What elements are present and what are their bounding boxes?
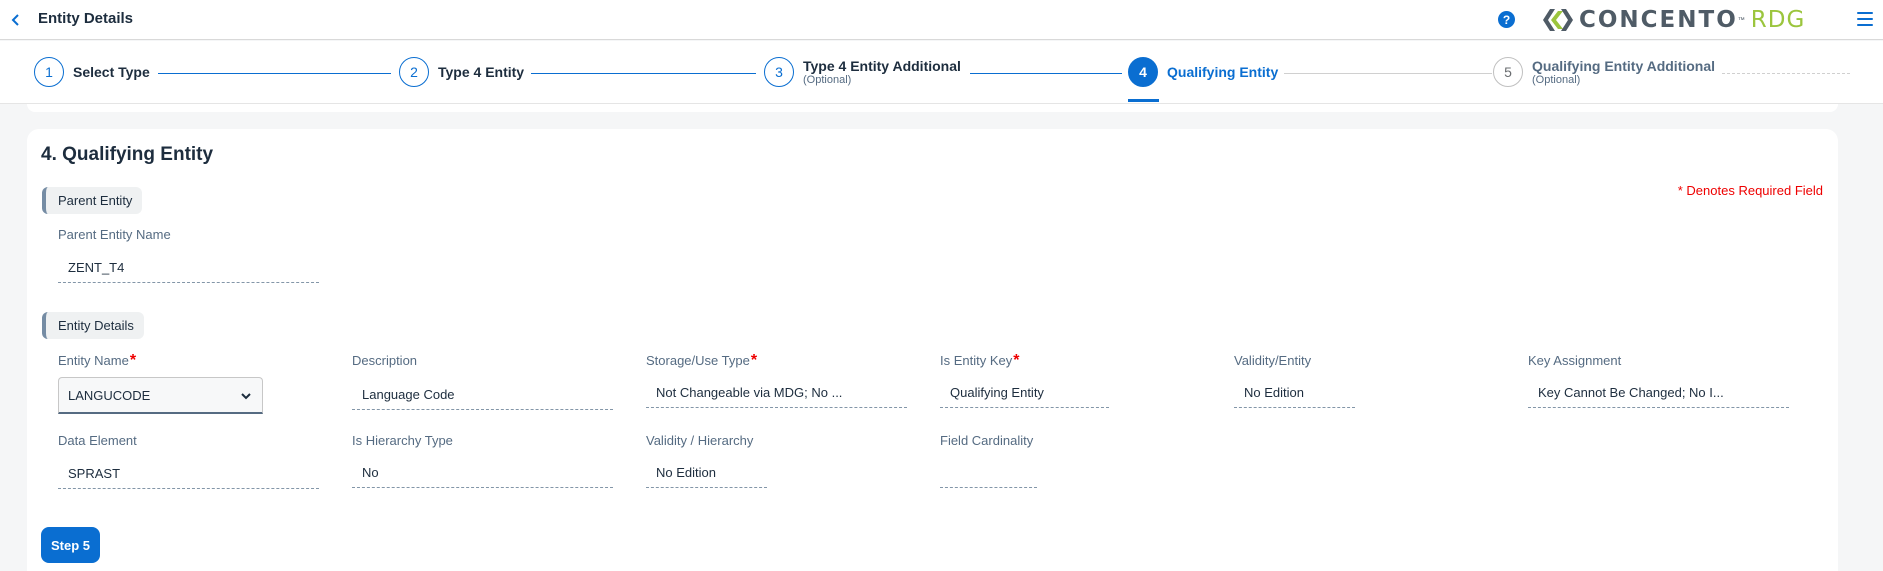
step-label: Type 4 Entity Additional — [803, 58, 961, 74]
field-label: Parent Entity Name — [58, 227, 171, 242]
entity-name-select[interactable]: LANGUCODE — [58, 377, 263, 414]
validity-hierarchy-field: Validity / Hierarchy — [646, 432, 753, 450]
step-5[interactable]: 5 Qualifying Entity Additional (Optional… — [1493, 57, 1715, 87]
key-assignment-field: Key Assignment — [1528, 352, 1621, 370]
description-field: Description — [352, 352, 417, 370]
description-value: Language Code — [352, 380, 613, 410]
required-marker: * — [750, 352, 758, 369]
help-icon[interactable]: ? — [1498, 11, 1515, 28]
field-label: Validity/Entity — [1234, 353, 1312, 368]
validity-entity-field: Validity/Entity — [1234, 352, 1311, 370]
field-label: Entity Name — [58, 353, 129, 368]
step-number: 5 — [1493, 57, 1523, 87]
step-label: Qualifying Entity — [1167, 64, 1279, 80]
field-label: Is Hierarchy Type — [352, 433, 453, 448]
field-label: Validity / Hierarchy — [646, 433, 754, 448]
field-label: Description — [352, 353, 418, 368]
qualifying-entity-form: 4. Qualifying Entity * Denotes Required … — [27, 129, 1838, 571]
parent-entity-name-value: ZENT_T4 — [58, 253, 319, 283]
step-label: Select Type — [73, 64, 150, 80]
logo-mark-icon — [1543, 9, 1573, 31]
step-1[interactable]: 1 Select Type — [34, 57, 150, 87]
step-5-button[interactable]: Step 5 — [41, 527, 100, 563]
entity-name-field: Entity Name* — [58, 352, 136, 370]
app-header: Entity Details ? CONCENTO ™ RDG — [0, 0, 1883, 40]
is-hierarchy-type-value: No — [352, 458, 613, 488]
active-step-indicator — [1128, 99, 1159, 102]
hamburger-menu-icon[interactable] — [1857, 12, 1873, 26]
step-label: Qualifying Entity Additional — [1532, 58, 1716, 74]
chevron-down-icon — [241, 393, 251, 400]
step-connector — [970, 73, 1122, 74]
step-optional-label: (Optional) — [1532, 74, 1581, 86]
step-optional-label: (Optional) — [803, 74, 852, 86]
validity-entity-value: No Edition — [1234, 378, 1355, 408]
step-connector — [1722, 73, 1850, 74]
entity-details-group-title: Entity Details — [42, 312, 144, 339]
field-label: Field Cardinality — [940, 433, 1034, 448]
required-field-note: * Denotes Required Field — [1677, 183, 1823, 198]
page-title: Entity Details — [38, 10, 134, 27]
parent-entity-name-field: Parent Entity Name — [58, 227, 171, 242]
is-hierarchy-type-field: Is Hierarchy Type — [352, 432, 453, 450]
parent-entity-group-title: Parent Entity — [42, 187, 143, 214]
field-cardinality-value — [940, 458, 1037, 488]
validity-hierarchy-value: No Edition — [646, 458, 767, 488]
data-element-field: Data Element — [58, 432, 137, 450]
step-number: 4 — [1128, 57, 1158, 87]
step-2[interactable]: 2 Type 4 Entity — [399, 57, 524, 87]
section-title: 4. Qualifying Entity — [41, 144, 214, 165]
logo-text: CONCENTO — [1579, 7, 1738, 33]
step-connector — [531, 73, 756, 74]
data-element-value: SPRAST — [58, 459, 319, 489]
is-entity-key-field: Is Entity Key* — [940, 352, 1019, 370]
step-4[interactable]: 4 Qualifying Entity — [1128, 57, 1278, 87]
back-icon[interactable] — [6, 10, 26, 30]
step-3[interactable]: 3 Type 4 Entity Additional (Optional) — [764, 57, 961, 87]
selected-value: LANGUCODE — [68, 387, 151, 403]
is-entity-key-value: Qualifying Entity — [940, 378, 1109, 408]
required-marker: * — [129, 352, 137, 369]
field-cardinality-field: Field Cardinality — [940, 432, 1033, 450]
required-marker: * — [1013, 352, 1020, 369]
step-number: 1 — [34, 57, 64, 87]
field-label: Is Entity Key — [940, 353, 1013, 368]
storage-use-type-field: Storage/Use Type* — [646, 352, 757, 370]
previous-section-edge — [27, 104, 1838, 112]
step-connector — [1284, 73, 1492, 74]
storage-use-type-value: Not Changeable via MDG; No ... — [646, 378, 907, 408]
logo-trademark: ™ — [1737, 16, 1745, 24]
field-label: Data Element — [58, 433, 137, 448]
concento-logo: CONCENTO ™ RDG — [1541, 7, 1805, 33]
step-connector — [158, 73, 391, 74]
step-number: 3 — [764, 57, 794, 87]
step-number: 2 — [399, 57, 429, 87]
key-assignment-value: Key Cannot Be Changed; No I... — [1528, 378, 1789, 408]
wizard-stepper: 1 Select Type 2 Type 4 Entity 3 Type 4 E… — [0, 41, 1883, 104]
step-label: Type 4 Entity — [438, 64, 525, 80]
field-label: Key Assignment — [1528, 353, 1622, 368]
logo-suffix: RDG — [1750, 7, 1806, 33]
field-label: Storage/Use Type — [646, 353, 750, 368]
